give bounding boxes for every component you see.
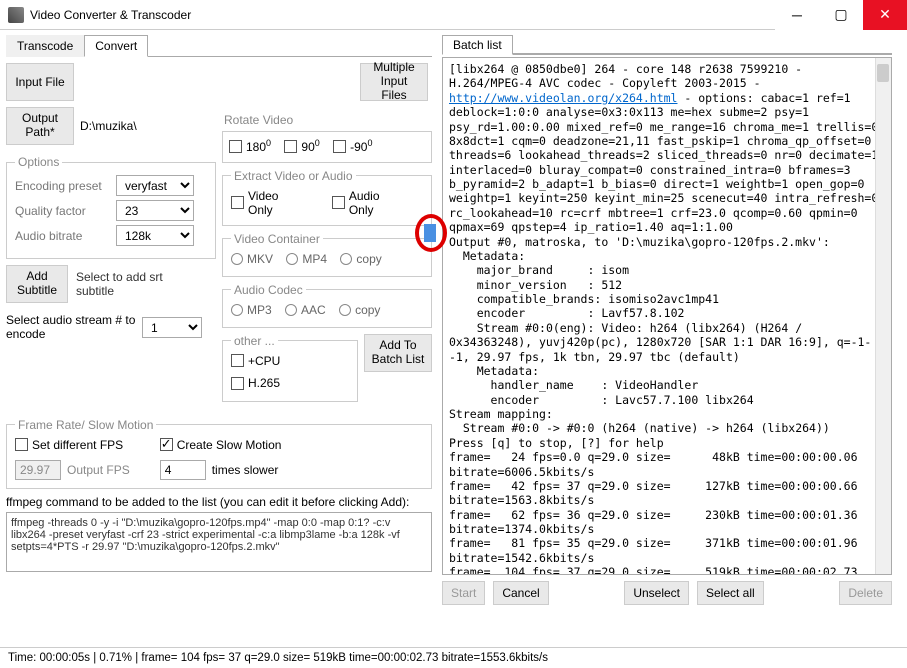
quality-select[interactable]: 23 — [116, 200, 194, 221]
input-file-button[interactable]: Input File — [6, 63, 74, 101]
other-group: other ... +CPU H.265 — [222, 334, 358, 402]
multiple-input-button[interactable]: Multiple Input Files — [360, 63, 428, 101]
x264-link[interactable]: http://www.videolan.org/x264.html — [449, 91, 677, 105]
log-scroll-thumb[interactable] — [877, 64, 889, 82]
rotate-group: 1800 900 -900 — [222, 131, 432, 163]
quality-label: Quality factor — [15, 204, 110, 218]
audio-stream-label: Select audio stream # to encode — [6, 313, 136, 341]
app-icon — [8, 7, 24, 23]
add-to-batch-button[interactable]: Add To Batch List — [364, 334, 432, 372]
frame-group: Frame Rate/ Slow Motion Set different FP… — [6, 418, 432, 490]
fps-label: Output FPS — [67, 463, 130, 477]
rotate-legend: Rotate Video — [224, 113, 432, 127]
audio-bitrate-label: Audio bitrate — [15, 229, 110, 243]
ffmpeg-command-input[interactable] — [6, 512, 432, 572]
log-scrollbar[interactable] — [875, 58, 891, 574]
options-legend: Options — [15, 155, 62, 169]
slow-motion-check[interactable]: Create Slow Motion — [160, 438, 282, 452]
delete-button[interactable]: Delete — [839, 581, 892, 605]
rotate-90[interactable]: 900 — [284, 138, 319, 154]
encoding-preset-select[interactable]: veryfast — [116, 175, 194, 196]
fps-input[interactable] — [15, 460, 61, 480]
maximize-button[interactable]: ▢ — [819, 0, 863, 30]
rotate-neg90[interactable]: -900 — [333, 138, 372, 154]
codec-legend: Audio Codec — [231, 283, 306, 297]
unselect-button[interactable]: Unselect — [624, 581, 689, 605]
extract-legend: Extract Video or Audio — [231, 169, 356, 183]
audio-stream-select[interactable]: 1 — [142, 317, 202, 338]
codec-aac[interactable]: AAC — [285, 303, 326, 317]
encoding-preset-label: Encoding preset — [15, 179, 110, 193]
slow-label: times slower — [212, 463, 279, 477]
subtitle-hint: Select to add srt subtitle — [76, 270, 196, 298]
h265-check[interactable]: H.265 — [231, 376, 280, 390]
pane-scroll-thumb[interactable] — [424, 224, 436, 242]
close-button[interactable]: ✕ — [863, 0, 907, 30]
other-legend: other ... — [231, 334, 278, 348]
options-group: Options Encoding preset veryfast Quality… — [6, 155, 216, 259]
tab-convert[interactable]: Convert — [84, 35, 148, 57]
batch-tab[interactable]: Batch list — [442, 35, 513, 55]
container-mp4[interactable]: MP4 — [286, 252, 327, 266]
batch-log[interactable]: [libx264 @ 0850dbe0] 264 - core 148 r263… — [442, 57, 892, 575]
tab-transcode[interactable]: Transcode — [6, 35, 84, 57]
cpu-check[interactable]: +CPU — [231, 354, 280, 368]
cancel-button[interactable]: Cancel — [493, 581, 548, 605]
container-mkv[interactable]: MKV — [231, 252, 273, 266]
main-tabs: Transcode Convert — [6, 34, 432, 57]
container-group: Video Container MKV MP4 copy — [222, 232, 432, 277]
container-legend: Video Container — [231, 232, 323, 246]
codec-copy[interactable]: copy — [339, 303, 380, 317]
container-copy[interactable]: copy — [340, 252, 381, 266]
rotate-180[interactable]: 1800 — [229, 138, 271, 154]
set-fps-check[interactable]: Set different FPS — [15, 438, 123, 452]
titlebar: Video Converter & Transcoder ─ ▢ ✕ — [0, 0, 907, 30]
audio-only[interactable]: Audio Only — [332, 189, 380, 217]
select-all-button[interactable]: Select all — [697, 581, 764, 605]
minimize-button[interactable]: ─ — [775, 0, 819, 30]
video-only[interactable]: Video Only — [231, 189, 278, 217]
status-bar: Time: 00:00:05s | 0.71% | frame= 104 fps… — [0, 647, 907, 668]
output-path-button[interactable]: Output Path* — [6, 107, 74, 145]
ffmpeg-label: ffmpeg command to be added to the list (… — [6, 495, 432, 509]
output-path-text: D:\muzika\ — [80, 119, 137, 133]
window-title: Video Converter & Transcoder — [30, 8, 775, 22]
codec-mp3[interactable]: MP3 — [231, 303, 272, 317]
codec-group: Audio Codec MP3 AAC copy — [222, 283, 432, 328]
slow-input[interactable] — [160, 460, 206, 480]
audio-bitrate-select[interactable]: 128k — [116, 225, 194, 246]
add-subtitle-button[interactable]: Add Subtitle — [6, 265, 68, 303]
start-button[interactable]: Start — [442, 581, 485, 605]
frame-legend: Frame Rate/ Slow Motion — [15, 418, 156, 432]
extract-group: Extract Video or Audio Video Only Audio … — [222, 169, 432, 226]
